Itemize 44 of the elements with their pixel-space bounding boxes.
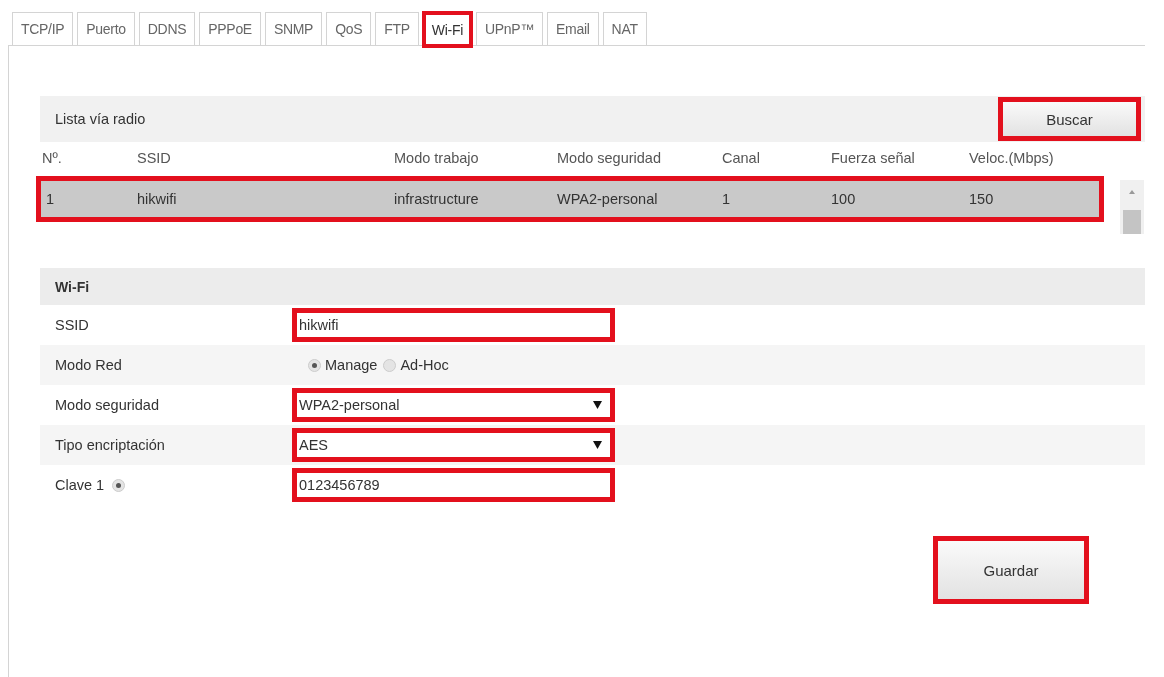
column-header: Modo trabajo <box>393 150 480 166</box>
radio-label: Ad-Hoc <box>400 357 449 373</box>
tab[interactable]: QoS <box>326 12 372 45</box>
tab[interactable]: TCP/IP <box>12 12 74 45</box>
table-cell-text: WPA2-personal <box>556 191 659 207</box>
dropdown[interactable]: WPA2-personal <box>292 388 615 422</box>
tab[interactable]: NAT <box>602 12 647 45</box>
scrollbar[interactable] <box>1120 180 1144 234</box>
dropdown[interactable]: AES <box>292 428 615 462</box>
column-header: Nº. <box>41 150 63 166</box>
tab[interactable]: Email <box>547 12 599 45</box>
field-label: Modo seguridad <box>55 397 159 413</box>
caret-icon <box>593 401 602 409</box>
table-cell-text: 150 <box>968 191 995 207</box>
tab[interactable]: PPPoE <box>199 12 261 45</box>
column-header: Canal <box>721 150 761 166</box>
field-label: Modo Red <box>55 357 122 373</box>
input-field[interactable]: 0123456789 <box>292 468 615 502</box>
column-header: SSID <box>136 150 172 166</box>
tab[interactable]: Puerto <box>77 12 135 45</box>
tab[interactable]: FTP <box>375 12 419 45</box>
input-field[interactable]: hikwifi <box>292 308 615 342</box>
column-header: Modo seguridad <box>556 150 662 166</box>
field-label: Clave 1 <box>55 477 105 493</box>
table-cell-text: infrastructure <box>393 191 480 207</box>
tab[interactable]: SNMP <box>264 12 323 45</box>
table-cell-text: 1 <box>45 191 56 207</box>
section-header: Wi-Fi <box>40 268 1145 305</box>
tab[interactable]: UPnP™ <box>476 12 544 45</box>
column-header: Fuerza señal <box>830 150 916 166</box>
column-header: Veloc.(Mbps) <box>968 150 1055 166</box>
table-cell-text: 100 <box>830 191 857 207</box>
radio-label: Manage <box>325 357 378 373</box>
table-cell-text: hikwifi <box>136 191 178 207</box>
list-title: Lista vía radio <box>55 111 146 127</box>
radio-button[interactable] <box>308 358 321 372</box>
table-cell-text: 1 <box>721 191 732 207</box>
field-label: SSID <box>55 317 89 333</box>
radio-button[interactable] <box>112 478 126 492</box>
tab[interactable]: DDNS <box>138 12 196 45</box>
radio-button[interactable] <box>383 358 397 372</box>
tab[interactable]: Wi-Fi <box>422 12 472 47</box>
field-label: Tipo encriptación <box>55 437 165 453</box>
caret-icon <box>593 441 602 449</box>
